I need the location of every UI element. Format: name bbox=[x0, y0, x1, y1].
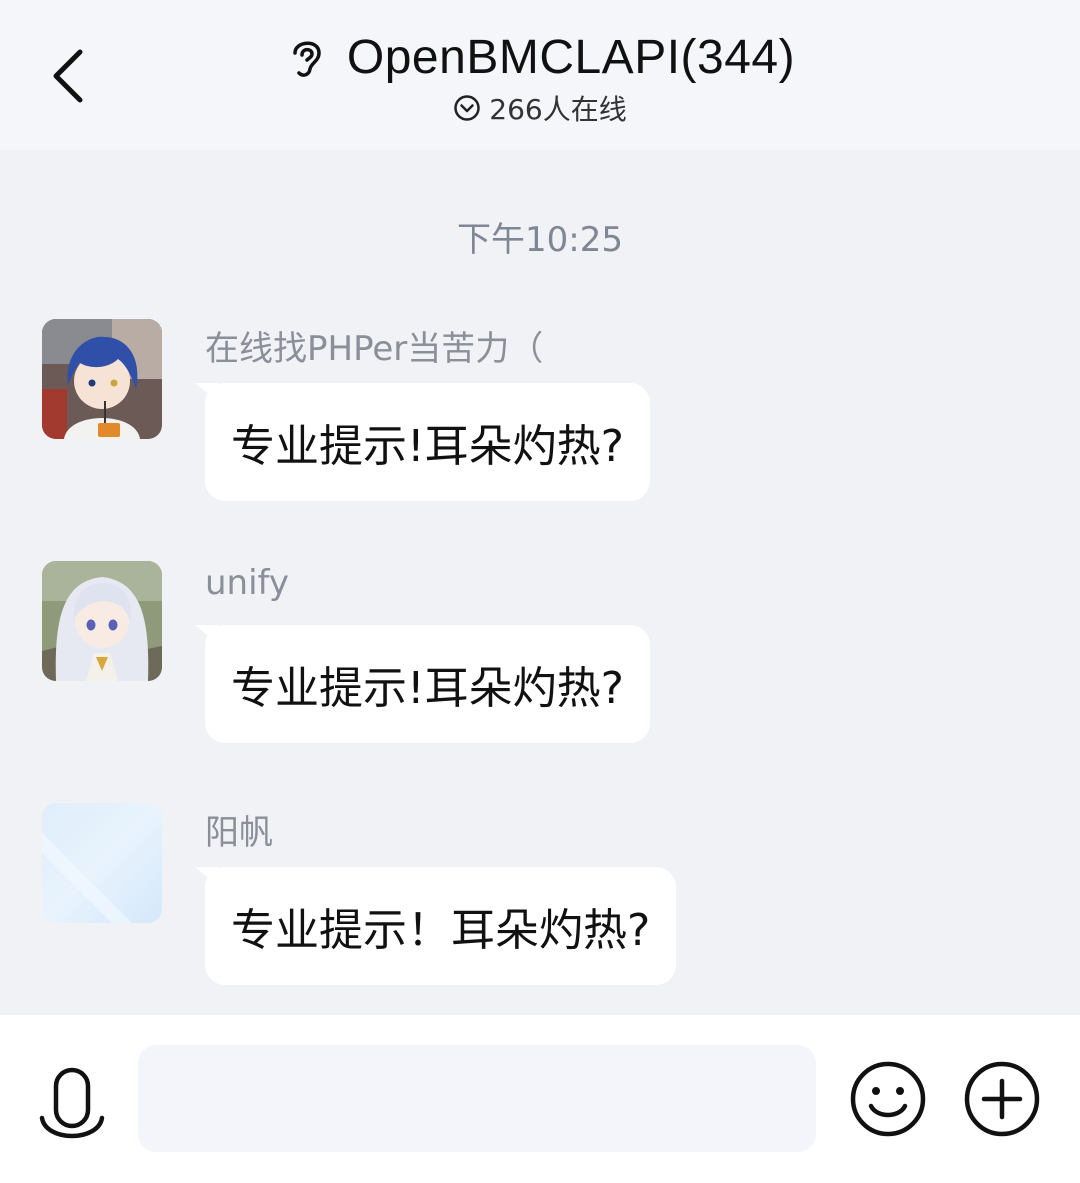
title-row: OpenBMCLAPI(344) bbox=[0, 22, 1080, 92]
chevron-down-circle-icon bbox=[453, 94, 481, 122]
message-text: 专业提示！耳朵灼热? bbox=[231, 905, 651, 956]
microphone-icon bbox=[39, 1067, 105, 1139]
message-text: 专业提示!耳朵灼热? bbox=[231, 663, 624, 714]
chat-screen: OpenBMCLAPI(344) 266人在线 下午10:25 在线找PHPer… bbox=[0, 0, 1080, 1183]
avatar[interactable] bbox=[42, 803, 162, 923]
message-timestamp: 下午10:25 bbox=[457, 220, 623, 260]
message-item: 在线找PHPer当苦力（ 专业提示!耳朵灼热? bbox=[0, 319, 1080, 519]
sender-name[interactable]: unify bbox=[205, 563, 289, 603]
sender-name[interactable]: 阳帆 bbox=[205, 805, 273, 854]
avatar[interactable] bbox=[42, 319, 162, 439]
message-input[interactable] bbox=[138, 1045, 816, 1152]
message-item: unify 专业提示!耳朵灼热? bbox=[0, 561, 1080, 761]
voice-button[interactable] bbox=[36, 1059, 108, 1157]
smiley-icon bbox=[850, 1061, 926, 1137]
chat-title[interactable]: OpenBMCLAPI(344) bbox=[347, 30, 795, 85]
message-item: 阳帆 专业提示！耳朵灼热? bbox=[0, 803, 1080, 1003]
message-bubble[interactable]: 专业提示!耳朵灼热? bbox=[205, 383, 650, 501]
message-text: 专业提示!耳朵灼热? bbox=[231, 421, 624, 472]
online-status[interactable]: 266人在线 bbox=[0, 88, 1080, 128]
message-bubble[interactable]: 专业提示!耳朵灼热? bbox=[205, 625, 650, 743]
more-button[interactable] bbox=[962, 1059, 1042, 1139]
message-bubble[interactable]: 专业提示！耳朵灼热? bbox=[205, 867, 677, 985]
message-input-bar bbox=[0, 1015, 1080, 1183]
ear-icon[interactable] bbox=[285, 33, 329, 81]
sender-name[interactable]: 在线找PHPer当苦力（ bbox=[205, 321, 543, 370]
avatar[interactable] bbox=[42, 561, 162, 681]
online-count: 266人在线 bbox=[489, 93, 627, 126]
plus-circle-icon bbox=[964, 1061, 1040, 1137]
emoji-button[interactable] bbox=[848, 1059, 928, 1139]
chat-header: OpenBMCLAPI(344) 266人在线 bbox=[0, 0, 1080, 150]
